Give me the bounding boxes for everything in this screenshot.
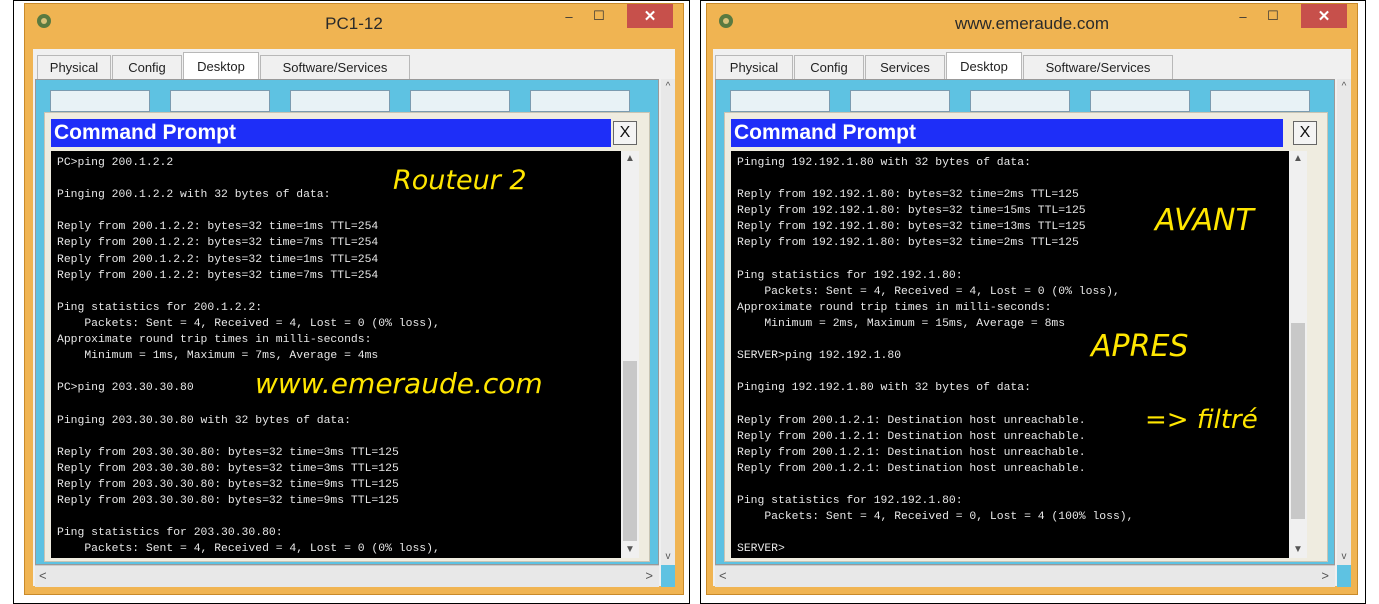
dialog-title: Command Prompt	[731, 119, 1283, 147]
scrollbar-thumb[interactable]	[623, 361, 637, 541]
tab-physical[interactable]: Physical	[715, 55, 793, 79]
left-panel: PC1-12 – ☐ ✕ Physical Config Desktop Sof…	[13, 0, 690, 604]
scroll-up-arrow-icon[interactable]: ▲	[621, 151, 639, 167]
right-panel: www.emeraude.com – ☐ ✕ Physical Config S…	[700, 0, 1366, 604]
desktop-area: Command Prompt X PC>ping 200.1.2.2 Pingi…	[35, 79, 659, 565]
scroll-right-arrow-icon[interactable]: >	[1321, 568, 1329, 583]
desktop-app-icon[interactable]	[1090, 90, 1190, 112]
tab-software-services[interactable]: Software/Services	[260, 55, 410, 79]
dialog-close-button[interactable]: X	[613, 121, 637, 145]
window-corner	[1337, 565, 1351, 587]
window-titlebar[interactable]: PC1-12 – ☐ ✕	[25, 4, 683, 46]
scrollbar-thumb[interactable]	[1291, 323, 1305, 519]
scroll-down-arrow-icon[interactable]: ▼	[1289, 542, 1307, 558]
pc1-12-window: PC1-12 – ☐ ✕ Physical Config Desktop Sof…	[24, 3, 684, 595]
window-vertical-scrollbar[interactable]: ^ v	[1337, 79, 1351, 565]
minimize-button[interactable]: –	[1229, 4, 1257, 28]
tab-bar: Physical Config Desktop Software/Service…	[33, 49, 675, 79]
dialog-close-button[interactable]: X	[1293, 121, 1317, 145]
scroll-up-arrow-icon[interactable]: ^	[661, 79, 675, 95]
window-corner	[661, 565, 675, 587]
tab-config[interactable]: Config	[794, 55, 864, 79]
tab-desktop[interactable]: Desktop	[946, 52, 1022, 79]
window-horizontal-scrollbar[interactable]: < >	[35, 565, 659, 587]
scroll-down-arrow-icon[interactable]: ▼	[621, 542, 639, 558]
window-client-area: Physical Config Desktop Software/Service…	[33, 49, 675, 587]
tab-software-services[interactable]: Software/Services	[1023, 55, 1173, 79]
scroll-up-arrow-icon[interactable]: ^	[1337, 79, 1351, 95]
window-titlebar[interactable]: www.emeraude.com – ☐ ✕	[707, 4, 1357, 46]
annotation-filtre: => filtré	[1145, 405, 1258, 435]
terminal-text: PC>ping 200.1.2.2 Pinging 200.1.2.2 with…	[57, 157, 440, 556]
scroll-down-arrow-icon[interactable]: v	[1337, 549, 1351, 565]
emeraude-window: www.emeraude.com – ☐ ✕ Physical Config S…	[706, 3, 1358, 595]
desktop-app-icon[interactable]	[410, 90, 510, 112]
dialog-title: Command Prompt	[51, 119, 611, 147]
desktop-app-icon[interactable]	[530, 90, 630, 112]
desktop-app-icon[interactable]	[730, 90, 830, 112]
minimize-button[interactable]: –	[555, 4, 583, 28]
tab-services[interactable]: Services	[865, 55, 945, 79]
scroll-left-arrow-icon[interactable]: <	[39, 568, 47, 583]
desktop-app-icon[interactable]	[850, 90, 950, 112]
desktop-app-icon[interactable]	[50, 90, 150, 112]
terminal-output[interactable]: PC>ping 200.1.2.2 Pinging 200.1.2.2 with…	[51, 151, 639, 558]
maximize-button[interactable]: ☐	[1259, 4, 1287, 28]
close-window-button[interactable]: ✕	[627, 4, 673, 28]
maximize-button[interactable]: ☐	[585, 4, 613, 28]
window-vertical-scrollbar[interactable]: ^ v	[661, 79, 675, 565]
window-client-area: Physical Config Services Desktop Softwar…	[713, 49, 1351, 587]
terminal-scrollbar[interactable]: ▲ ▼	[1289, 151, 1307, 558]
desktop-app-icon[interactable]	[1210, 90, 1310, 112]
annotation-site: www.emeraude.com	[255, 367, 543, 400]
close-window-button[interactable]: ✕	[1301, 4, 1347, 28]
command-prompt-dialog: Command Prompt X PC>ping 200.1.2.2 Pingi…	[44, 112, 650, 562]
terminal-scrollbar[interactable]: ▲ ▼	[621, 151, 639, 558]
desktop-app-icon[interactable]	[290, 90, 390, 112]
scroll-right-arrow-icon[interactable]: >	[645, 568, 653, 583]
scroll-down-arrow-icon[interactable]: v	[661, 549, 675, 565]
annotation-routeur: Routeur 2	[393, 165, 527, 196]
tab-config[interactable]: Config	[112, 55, 182, 79]
window-horizontal-scrollbar[interactable]: < >	[715, 565, 1335, 587]
command-prompt-dialog: Command Prompt X Pinging 192.192.1.80 wi…	[724, 112, 1328, 562]
desktop-area: Command Prompt X Pinging 192.192.1.80 wi…	[715, 79, 1335, 565]
scroll-left-arrow-icon[interactable]: <	[719, 568, 727, 583]
annotation-avant: AVANT	[1155, 203, 1254, 238]
tab-desktop[interactable]: Desktop	[183, 52, 259, 79]
desktop-app-icon[interactable]	[970, 90, 1070, 112]
tab-bar: Physical Config Services Desktop Softwar…	[713, 49, 1351, 79]
desktop-app-icon[interactable]	[170, 90, 270, 112]
annotation-apres: APRES	[1091, 329, 1189, 364]
tab-physical[interactable]: Physical	[37, 55, 111, 79]
scroll-up-arrow-icon[interactable]: ▲	[1289, 151, 1307, 167]
